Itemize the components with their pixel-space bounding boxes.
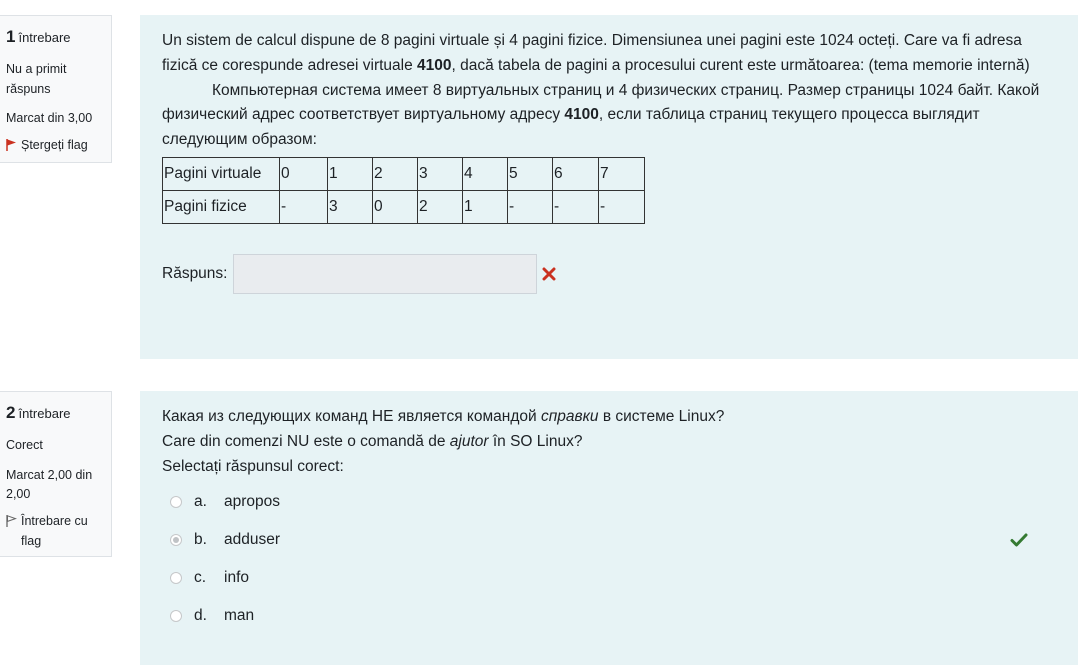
radio-button-selected[interactable] xyxy=(170,534,182,547)
option-d[interactable]: d. man xyxy=(162,597,1056,635)
table-cell: 0 xyxy=(279,156,328,191)
option-b[interactable]: b. adduser xyxy=(162,521,1056,559)
table-cell: - xyxy=(552,189,599,224)
radio-button[interactable] xyxy=(170,610,182,623)
table-cell: - xyxy=(507,189,553,224)
table-cell: 2 xyxy=(372,156,418,191)
table-cell: - xyxy=(279,189,328,224)
radio-button[interactable] xyxy=(170,572,182,585)
table-cell: 0 xyxy=(372,189,418,224)
table-cell: 2 xyxy=(417,189,463,224)
flag-outline-icon xyxy=(6,515,17,528)
option-a[interactable]: a. apropos xyxy=(162,483,1056,521)
flag-question-button[interactable]: Întrebare cu flag xyxy=(6,512,105,551)
table-cell: 3 xyxy=(327,189,373,224)
answer-input[interactable] xyxy=(233,253,538,294)
table-cell: 3 xyxy=(417,156,463,191)
table-cell: 6 xyxy=(552,156,599,191)
question-2-content: Какая из следующих команд НЕ является ко… xyxy=(140,391,1078,665)
question-text-ru: Компьютерная система имеет 8 виртуальных… xyxy=(162,81,1040,149)
question-grade: Marcat 2,00 din 2,00 xyxy=(6,467,93,502)
question-text-ro: Un sistem de calcul dispune de 8 pagini … xyxy=(162,32,1030,74)
question-number: 2 întrebare xyxy=(6,403,71,422)
question-number: 1 întrebare xyxy=(6,27,71,46)
option-c[interactable]: c. info xyxy=(162,559,1056,597)
answer-row: Răspuns: xyxy=(162,253,1056,294)
remove-flag-button[interactable]: Ștergeți flag xyxy=(6,136,105,155)
question-2-info: 2 întrebare Corect Marcat 2,00 din 2,00 Î… xyxy=(0,391,112,557)
table-cell: 4 xyxy=(462,156,508,191)
answer-prompt: Selectați răspunsul corect: xyxy=(162,457,344,475)
question-1-info: 1 întrebare Nu a primit răspuns Marcat di… xyxy=(0,15,112,163)
radio-button[interactable] xyxy=(170,496,182,509)
correct-check-icon xyxy=(1010,531,1028,556)
flag-icon xyxy=(6,139,16,152)
answer-label: Răspuns: xyxy=(162,264,228,282)
question-1-content: Un sistem de calcul dispune de 8 pagini … xyxy=(140,15,1078,359)
table-row: Pagini fizice - 3 0 2 1 - - - xyxy=(162,189,645,224)
table-row: Pagini virtuale 0 1 2 3 4 5 6 7 xyxy=(162,156,645,191)
question-grade: Marcat din 3,00 xyxy=(6,111,93,126)
incorrect-icon xyxy=(542,267,556,281)
question-state: Corect xyxy=(6,438,43,453)
table-cell: 1 xyxy=(327,156,373,191)
answer-options: a. apropos b. adduser c. info d. man xyxy=(162,483,1056,635)
page-table: Pagini virtuale 0 1 2 3 4 5 6 7 Pagini f… xyxy=(162,156,645,224)
table-cell: 7 xyxy=(598,156,645,191)
table-cell: Pagini fizice xyxy=(162,189,280,224)
table-cell: 1 xyxy=(462,189,508,224)
table-cell: 5 xyxy=(507,156,553,191)
question-state: Nu a primit răspuns xyxy=(6,62,67,96)
question-text-ru: Какая из следующих команд НЕ является ко… xyxy=(162,408,725,425)
table-cell: Pagini virtuale xyxy=(162,156,280,191)
question-text-ro: Care din comenzi NU este o comandă de aj… xyxy=(162,432,583,450)
table-cell: - xyxy=(598,189,645,224)
